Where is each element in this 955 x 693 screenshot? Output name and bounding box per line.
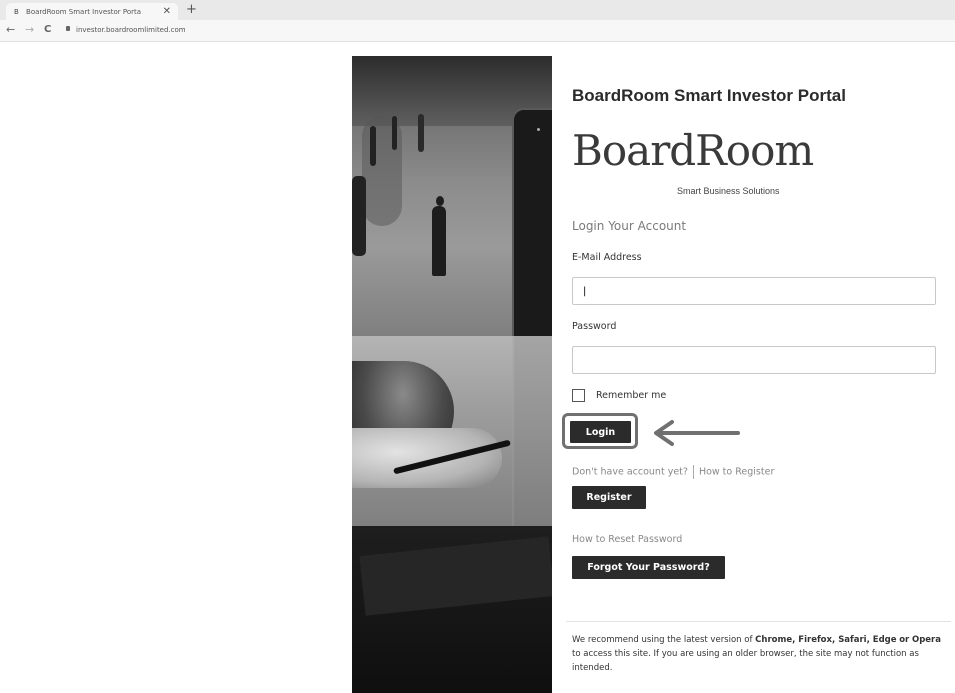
browser-toolbar: ← → C investor.boardroomlimited.com: [0, 20, 955, 42]
notice-opera: Opera: [911, 635, 941, 645]
link-separator: [692, 465, 694, 479]
password-label: Password: [572, 321, 617, 332]
notice-browsers: Chrome, Firefox, Safari, Edge: [755, 635, 897, 645]
register-prompt: Don't have account yet? How to Register: [572, 465, 774, 479]
login-heading: Login Your Account: [572, 219, 687, 233]
reload-icon[interactable]: C: [44, 24, 51, 35]
browser-tab[interactable]: B BoardRoom Smart Investor Porta ✕: [6, 3, 178, 20]
password-field[interactable]: [572, 346, 936, 374]
notice-suffix: to access this site. If you are using an…: [572, 649, 919, 673]
login-button[interactable]: Login: [570, 421, 631, 443]
boardroom-logo: BoardRoom Smart Business Solutions: [572, 130, 832, 202]
no-account-text: Don't have account yet?: [572, 466, 688, 478]
browser-tab-bar: B BoardRoom Smart Investor Porta ✕ +: [0, 0, 955, 20]
logo-text: BoardRoom: [572, 126, 814, 175]
remember-me-checkbox[interactable]: [572, 389, 585, 402]
address-bar[interactable]: investor.boardroomlimited.com: [76, 26, 186, 34]
page-title: BoardRoom Smart Investor Portal: [572, 86, 846, 105]
divider: [566, 621, 951, 622]
how-to-reset-password-link[interactable]: How to Reset Password: [572, 534, 682, 545]
back-icon[interactable]: ←: [6, 23, 15, 36]
arrow-left-icon: [654, 420, 740, 446]
email-field[interactable]: [572, 277, 936, 305]
notice-or: or: [899, 635, 910, 645]
forward-icon[interactable]: →: [25, 23, 34, 36]
email-label: E-Mail Address: [572, 252, 642, 263]
notice-prefix: We recommend using the latest version of: [572, 635, 753, 645]
favicon-icon: B: [14, 8, 19, 16]
browser-notice: We recommend using the latest version of…: [572, 633, 944, 675]
close-tab-icon[interactable]: ✕: [163, 6, 171, 17]
remember-me-label: Remember me: [596, 390, 667, 401]
logo-tagline: Smart Business Solutions: [677, 186, 780, 196]
new-tab-icon[interactable]: +: [186, 2, 197, 17]
forgot-password-button[interactable]: Forgot Your Password?: [572, 556, 725, 579]
hero-photo: [352, 56, 552, 693]
register-button[interactable]: Register: [572, 486, 646, 509]
tab-title: BoardRoom Smart Investor Porta: [26, 8, 142, 16]
how-to-register-link[interactable]: How to Register: [699, 467, 774, 478]
lock-icon: [66, 26, 70, 31]
